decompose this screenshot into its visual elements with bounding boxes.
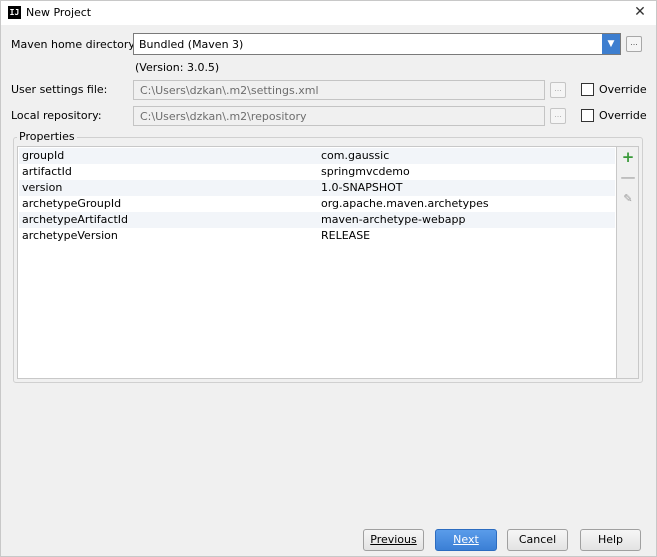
- property-key: archetypeVersion: [22, 229, 118, 242]
- table-row[interactable]: groupId com.gaussic: [19, 148, 615, 164]
- table-row[interactable]: archetypeGroupId org.apache.maven.archet…: [19, 196, 615, 212]
- user-settings-override-checkbox[interactable]: [581, 83, 594, 96]
- remove-icon[interactable]: —: [620, 169, 636, 185]
- close-icon[interactable]: ✕: [632, 4, 648, 20]
- table-row[interactable]: version 1.0-SNAPSHOT: [19, 180, 615, 196]
- title-bar: IJ New Project ✕: [1, 1, 656, 25]
- property-value: RELEASE: [321, 229, 371, 242]
- previous-button-label: Previous: [370, 533, 417, 546]
- properties-table: groupId com.gaussic artifactId springmvc…: [17, 146, 617, 379]
- property-key: version: [22, 181, 63, 194]
- next-button-label: Next: [453, 533, 479, 546]
- new-project-dialog: IJ New Project ✕ Maven home directory: B…: [0, 0, 657, 557]
- cancel-button[interactable]: Cancel: [507, 529, 568, 551]
- intellij-idea-icon: IJ: [8, 6, 21, 19]
- table-row[interactable]: artifactId springmvcdemo: [19, 164, 615, 180]
- local-repo-browse-button[interactable]: ...: [550, 108, 566, 124]
- window-title: New Project: [26, 6, 92, 19]
- maven-home-label: Maven home directory:: [11, 38, 138, 51]
- property-key: artifactId: [22, 165, 72, 178]
- maven-home-label-text: Maven home directory:: [11, 38, 138, 51]
- local-repo-label: Local repository:: [11, 109, 102, 122]
- maven-home-value: Bundled (Maven 3): [139, 38, 244, 51]
- property-value: com.gaussic: [321, 149, 390, 162]
- property-key: archetypeArtifactId: [22, 213, 128, 226]
- user-settings-value: C:\Users\dzkan\.m2\settings.xml: [140, 84, 319, 97]
- help-button[interactable]: Help: [580, 529, 641, 551]
- user-settings-field[interactable]: C:\Users\dzkan\.m2\settings.xml: [133, 80, 545, 100]
- property-value: springmvcdemo: [321, 165, 410, 178]
- property-key: archetypeGroupId: [22, 197, 122, 210]
- edit-icon[interactable]: ✎: [620, 191, 636, 207]
- add-icon[interactable]: +: [620, 149, 636, 165]
- table-row[interactable]: archetypeVersion RELEASE: [19, 228, 615, 244]
- property-value: 1.0-SNAPSHOT: [321, 181, 403, 194]
- chevron-down-icon[interactable]: ▼: [602, 34, 620, 54]
- previous-button[interactable]: Previous: [363, 529, 424, 551]
- local-repo-override-label: Override: [599, 109, 647, 122]
- local-repo-field[interactable]: C:\Users\dzkan\.m2\repository: [133, 106, 545, 126]
- properties-toolbar: + — ✎: [617, 146, 639, 379]
- property-value: maven-archetype-webapp: [321, 213, 466, 226]
- table-row[interactable]: archetypeArtifactId maven-archetype-weba…: [19, 212, 615, 228]
- property-key: groupId: [22, 149, 65, 162]
- user-settings-label: User settings file:: [11, 83, 108, 96]
- user-settings-override-label: Override: [599, 83, 647, 96]
- maven-version-note: (Version: 3.0.5): [135, 61, 220, 74]
- local-repo-value: C:\Users\dzkan\.m2\repository: [140, 110, 307, 123]
- property-value: org.apache.maven.archetypes: [321, 197, 489, 210]
- maven-home-browse-button[interactable]: ...: [626, 36, 642, 52]
- local-repo-override-checkbox[interactable]: [581, 109, 594, 122]
- maven-home-select[interactable]: Bundled (Maven 3) ▼: [133, 33, 621, 55]
- next-button[interactable]: Next: [435, 529, 497, 551]
- properties-legend: Properties: [17, 130, 77, 143]
- user-settings-browse-button[interactable]: ...: [550, 82, 566, 98]
